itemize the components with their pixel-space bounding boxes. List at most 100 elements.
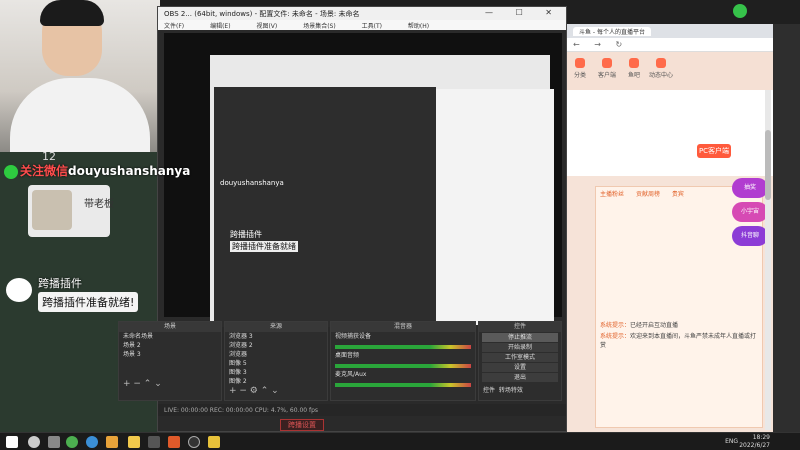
- audio-meter: [335, 383, 471, 387]
- audio-meter: [335, 364, 471, 368]
- scenes-dock: 场景 未命名场景 场景 2 场景 3 + − ⌃ ⌄: [118, 321, 222, 401]
- pc-client-button[interactable]: PC客户端: [697, 144, 731, 158]
- menu-file[interactable]: 文件(F): [164, 23, 184, 30]
- player-area: [567, 90, 773, 176]
- folder-icon[interactable]: [128, 436, 140, 448]
- chat-text: 已经开启互动直播: [630, 322, 679, 329]
- overlay-handle: douyushanshanya: [68, 164, 191, 178]
- client-icon: [602, 58, 612, 68]
- sources-toolbar[interactable]: + − ⚙ ⌃ ⌄: [225, 386, 327, 396]
- scenes-toolbar[interactable]: + − ⌃ ⌄: [119, 379, 221, 389]
- start-icon[interactable]: [6, 436, 18, 448]
- menu-help[interactable]: 帮助(H): [408, 23, 429, 30]
- obs-title: OBS 2... (64bit, windows) - 配置文件: 未命名 - …: [164, 10, 360, 18]
- chat-user: 系统提示：: [600, 333, 631, 340]
- taskbar: ENG 18:29 2022/6/27: [0, 432, 800, 450]
- menu-edit[interactable]: 编辑(E): [210, 23, 230, 30]
- plugin-logo-icon: [6, 278, 32, 302]
- notice-message: 跨播插件准备就绪!: [38, 292, 139, 312]
- preview-nested-obs: [214, 87, 436, 327]
- stop-streaming-button[interactable]: 停止推流: [482, 333, 558, 342]
- audio-meter: [335, 345, 471, 349]
- side-bubble[interactable]: 抖音聊: [732, 226, 768, 246]
- clock-time: 18:29: [752, 434, 770, 441]
- exit-button[interactable]: 退出: [482, 373, 558, 382]
- edge-icon[interactable]: [86, 436, 98, 448]
- chat-tab[interactable]: 贡献周榜: [636, 191, 660, 198]
- scene-item[interactable]: 场景 2: [119, 341, 221, 350]
- tab-controls[interactable]: 控件: [483, 387, 495, 394]
- desktop-screen: 12 关注微信douyushanshanya 带老板 跨播插件 跨播插件准备就绪…: [0, 0, 800, 450]
- preview-nested-browser: [436, 89, 554, 325]
- nav-fishbar[interactable]: 鱼吧: [621, 52, 647, 79]
- clock-date: 2022/6/27: [739, 442, 770, 449]
- controls-dock: 控件 停止推流 开始录制 工作室模式 设置 退出 控件 转场特效: [478, 321, 562, 401]
- nav-label: 分类: [573, 72, 586, 79]
- source-item[interactable]: 图像 2: [225, 377, 327, 386]
- app-icon[interactable]: [208, 436, 220, 448]
- nav-label: 客户端: [597, 72, 616, 79]
- preview-handle: douyushanshanya: [220, 179, 284, 187]
- plugin-settings-button[interactable]: 跨播设置: [280, 419, 324, 431]
- system-clock[interactable]: 18:29 2022/6/27: [739, 434, 770, 450]
- mixer-dock: 混音器 视频捕获设备 桌面音频 麦克风/Aux: [330, 321, 476, 401]
- mixer-channel-name: 桌面音频: [335, 352, 360, 359]
- mixer-channel-name: 麦克风/Aux: [335, 371, 367, 378]
- tab-transitions[interactable]: 转场特效: [499, 387, 523, 394]
- obs-window-buttons[interactable]: — ☐ ✕: [485, 8, 562, 17]
- source-item[interactable]: 图像 5: [225, 359, 327, 368]
- menu-view[interactable]: 视图(V): [256, 23, 277, 30]
- obs-preview[interactable]: douyushanshanya 跨播插件 跨播插件准备就绪: [164, 33, 562, 327]
- source-item[interactable]: 浏览器 2: [225, 341, 327, 350]
- chat-message: 系统提示：欢迎来到本直播间，斗鱼严禁未成年人直播或打赏: [596, 331, 762, 351]
- obs-menubar: 文件(F) 编辑(E) 视图(V) 场景集合(S) 工具(T) 帮助(H): [158, 20, 566, 30]
- side-bubble[interactable]: 抽奖: [732, 178, 768, 198]
- start-recording-button[interactable]: 开始录制: [482, 343, 558, 352]
- scene-item[interactable]: 未命名场景: [119, 332, 221, 341]
- chat-user: 系统提示：: [600, 322, 631, 329]
- chat-tab[interactable]: 贵宾: [672, 191, 684, 198]
- task-view-icon[interactable]: [48, 436, 60, 448]
- search-icon[interactable]: [28, 436, 40, 448]
- scrollbar-thumb[interactable]: [765, 130, 771, 200]
- nav-client[interactable]: 客户端: [594, 52, 620, 79]
- controls-tabs: 控件 转场特效: [479, 386, 561, 395]
- nav-label: 动态中心: [648, 72, 673, 79]
- person-body: [10, 78, 150, 152]
- chat-tab[interactable]: 主播粉丝: [600, 191, 624, 198]
- side-bubble[interactable]: 小宇宙: [732, 202, 768, 222]
- nav-label: 鱼吧: [627, 72, 640, 79]
- source-item[interactable]: 图像 3: [225, 368, 327, 377]
- nav-category[interactable]: 分类: [567, 52, 593, 79]
- settings-button[interactable]: 设置: [482, 363, 558, 372]
- webcam-feed: [0, 0, 160, 152]
- wechat-tray-icon[interactable]: [733, 4, 747, 18]
- input-language[interactable]: ENG: [725, 438, 738, 445]
- chrome-icon[interactable]: [66, 436, 78, 448]
- site-nav: 分类 客户端 鱼吧 动态中心: [567, 52, 773, 90]
- obs-icon[interactable]: [188, 436, 200, 448]
- app-icon[interactable]: [106, 436, 118, 448]
- source-item[interactable]: 浏览器: [225, 350, 327, 359]
- browser-address-bar[interactable]: ← → ↻: [567, 38, 773, 52]
- browser-scrollbar[interactable]: [765, 90, 771, 430]
- app-icon[interactable]: [148, 436, 160, 448]
- browser-window: 斗鱼 - 每个人的直播平台 ← → ↻ 分类 客户端 鱼吧 动态中心 PC客户端 主播…: [567, 24, 773, 432]
- app-icon[interactable]: [168, 436, 180, 448]
- scene-item[interactable]: 场景 3: [119, 350, 221, 359]
- preview-plugin-title: 跨播插件: [230, 230, 262, 239]
- studio-mode-button[interactable]: 工作室模式: [482, 353, 558, 362]
- obs-window: OBS 2... (64bit, windows) - 配置文件: 未命名 - …: [118, 6, 567, 432]
- person-hair: [40, 0, 104, 26]
- browser-tab[interactable]: 斗鱼 - 每个人的直播平台: [573, 27, 651, 36]
- menu-tools[interactable]: 工具(T): [362, 23, 382, 30]
- sources-dock-title: 来源: [225, 322, 327, 332]
- menu-scene-collection[interactable]: 场景集合(S): [303, 23, 336, 30]
- wechat-icon: [4, 164, 18, 179]
- mixer-channel-name: 视频捕获设备: [335, 333, 372, 340]
- nav-feed[interactable]: 动态中心: [648, 52, 674, 79]
- controls-dock-title: 控件: [479, 322, 561, 332]
- source-item[interactable]: 浏览器 3: [225, 332, 327, 341]
- chat-message: 系统提示：已经开启互动直播: [596, 320, 762, 331]
- browser-tabbar: 斗鱼 - 每个人的直播平台: [567, 24, 773, 38]
